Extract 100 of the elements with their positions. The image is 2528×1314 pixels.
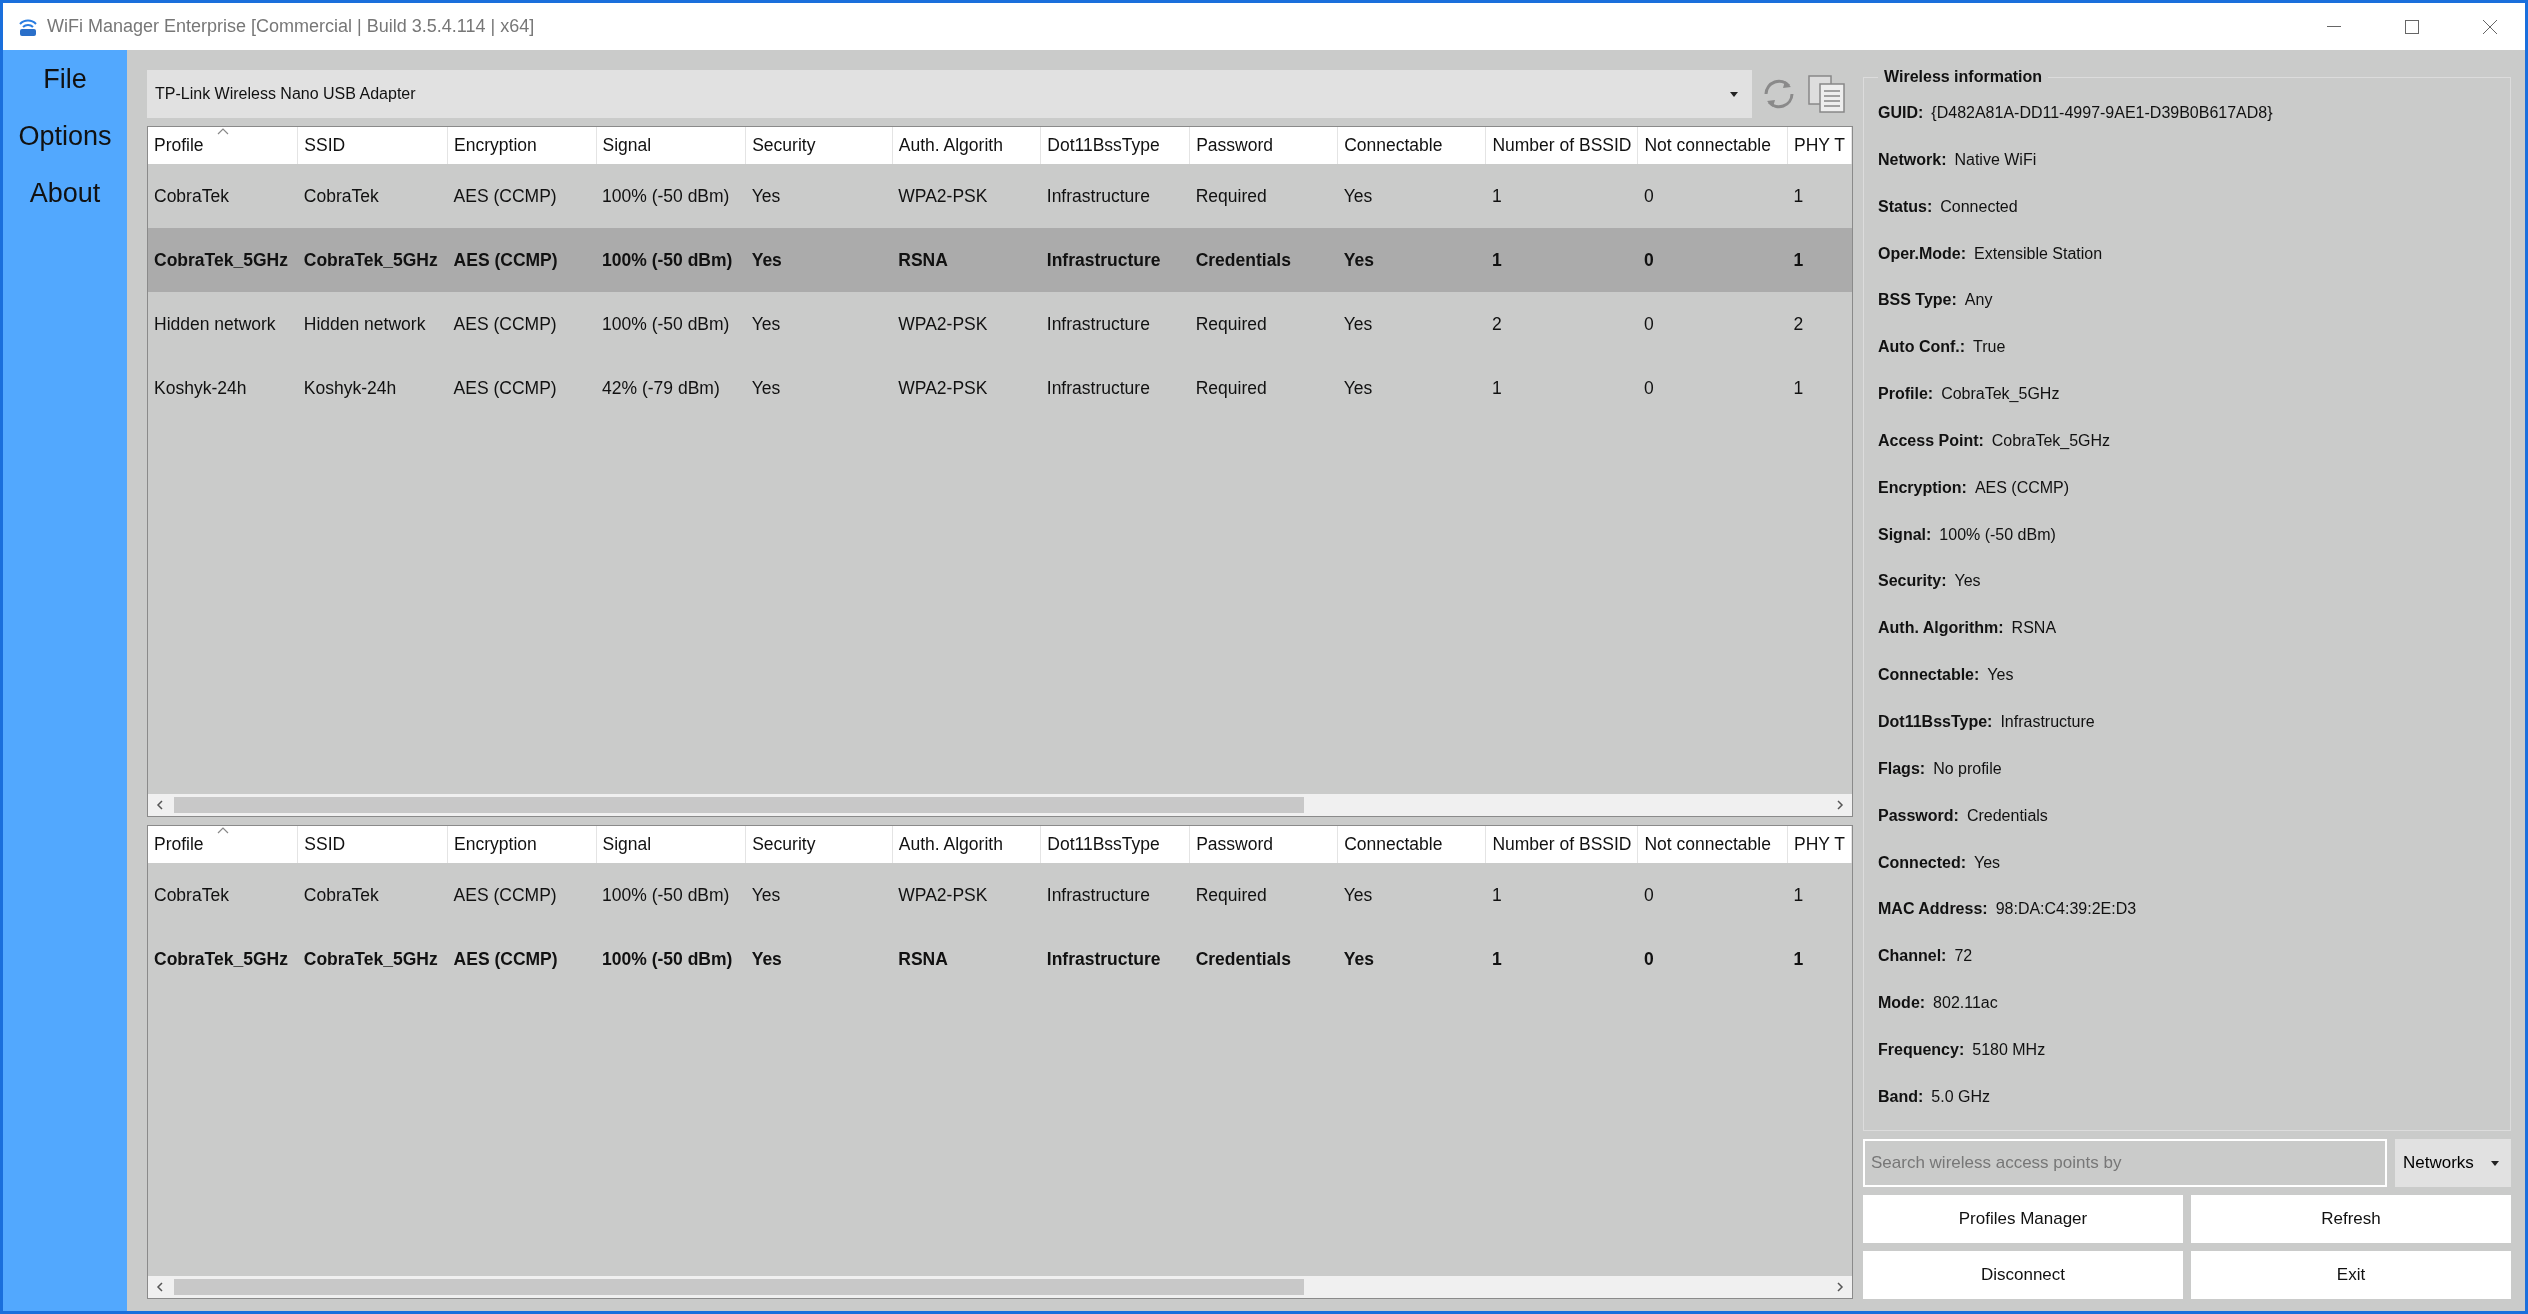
table-cell: Infrastructure [1040, 228, 1190, 292]
action-button[interactable]: Disconnect [1863, 1251, 2183, 1299]
column-header[interactable]: Dot11BssType [1040, 826, 1190, 864]
menu-item[interactable]: About [23, 172, 107, 215]
table-cell: 1 [1787, 228, 1852, 292]
column-header[interactable]: PHY T [1787, 826, 1852, 864]
column-header[interactable]: Not connectable [1638, 127, 1788, 164]
column-header[interactable]: Signal [596, 127, 746, 164]
column-header[interactable]: Security [745, 826, 893, 864]
info-label: MAC Address: [1878, 900, 1988, 919]
column-header[interactable]: Dot11BssType [1040, 127, 1190, 164]
column-header[interactable]: Password [1189, 826, 1338, 864]
scroll-right-icon[interactable] [1834, 799, 1846, 812]
info-value: Yes [1974, 853, 2001, 872]
column-header[interactable]: Connectable [1337, 127, 1486, 164]
column-header[interactable]: Profile [148, 127, 298, 164]
info-label: Connectable: [1878, 666, 1980, 685]
menu-item[interactable]: File [37, 58, 93, 101]
column-header[interactable]: Not connectable [1638, 826, 1788, 864]
table-row[interactable]: CobraTek CobraTek AES (CCMP) 100% (-50 dBm) Yes WPA2-PSK Infrastructure Required Yes 1 0 1 [148, 863, 1852, 928]
table-cell: CobraTek [148, 863, 298, 928]
adapter-dropdown[interactable]: TP-Link Wireless Nano USB Adapter [147, 70, 1752, 118]
info-value: CobraTek_5GHz [1991, 431, 2111, 450]
table-cell: CobraTek [297, 164, 448, 228]
action-button[interactable]: Exit [2191, 1251, 2511, 1299]
table-cell: 2 [1485, 292, 1638, 356]
table-cell-text: Yes [750, 947, 783, 971]
column-header[interactable]: Encryption [447, 127, 597, 164]
search-field[interactable]: Search wireless access points by [1863, 1139, 2387, 1187]
table-cell: 1 [1485, 228, 1638, 292]
group-title: Wireless information [1883, 68, 2044, 86]
column-header[interactable]: Connectable [1337, 826, 1486, 864]
column-header[interactable]: Signal [596, 826, 746, 864]
column-header[interactable]: Auth. Algorith [892, 826, 1041, 864]
table-row[interactable]: CobraTek_5GHz CobraTek_5GHz AES (CCMP) 100% (-50 dBm) Yes RSNA Infrastructure Credentials Yes 1 0 1 [148, 927, 1852, 992]
table-cell: Infrastructure [1040, 164, 1190, 228]
info-value: 72 [1954, 947, 1973, 966]
column-header[interactable]: Encryption [447, 826, 597, 864]
column-header[interactable]: Number of BSSID [1485, 826, 1638, 864]
column-header[interactable]: Security [745, 127, 893, 164]
table-cell-text: 0 [1643, 376, 1655, 400]
table-cell: AES (CCMP) [447, 164, 597, 228]
table-row[interactable]: Hidden network Hidden network AES (CCMP) 100% (-50 dBm) Yes WPA2-PSK Infrastructure Required Yes 2 0 2 [148, 292, 1852, 356]
table-cell: Hidden network [297, 292, 448, 356]
info-value: No profile [1933, 759, 2002, 778]
table-cell: Infrastructure [1040, 863, 1190, 928]
info-label: Flags: [1878, 759, 1926, 778]
table-cell-text: CobraTek_5GHz [153, 947, 289, 971]
scroll-left-icon[interactable] [154, 799, 166, 812]
table-cell-text: Required [1194, 376, 1268, 400]
column-header[interactable]: SSID [297, 826, 448, 864]
horizontal-scrollbar[interactable] [148, 794, 1852, 817]
menu-item[interactable]: Options [12, 115, 118, 158]
copy-icon[interactable] [1806, 73, 1848, 115]
table-cell: AES (CCMP) [447, 863, 597, 928]
column-header[interactable]: Auth. Algorith [892, 127, 1041, 164]
info-label: GUID: [1878, 104, 1924, 122]
column-header[interactable]: SSID [297, 127, 448, 164]
horizontal-scrollbar[interactable] [148, 1276, 1852, 1298]
table-cell: 100% (-50 dBm) [596, 164, 746, 228]
table-cell: AES (CCMP) [447, 228, 597, 292]
column-header[interactable]: Profile [148, 826, 298, 864]
action-button[interactable]: Refresh [2191, 1195, 2511, 1243]
info-label: Password: [1878, 806, 1959, 825]
table-cell-text: WPA2-PSK [897, 376, 989, 400]
table-cell-text: Yes [1342, 376, 1374, 400]
info-label: Oper.Mode: [1878, 244, 1966, 263]
info-value: CobraTek_5GHz [1941, 385, 2060, 404]
window-title: WiFi Manager Enterprise [Commercial | Build 3.5.4.114 | x64] [47, 16, 536, 37]
table-cell-text: AES (CCMP) [452, 947, 559, 971]
maximize-icon [2405, 19, 2419, 34]
table-cell-text: Koshyk-24h [153, 376, 248, 400]
info-label: Connected: [1878, 853, 1966, 872]
column-header[interactable]: PHY T [1787, 127, 1852, 164]
table-cell: CobraTek_5GHz [297, 228, 448, 292]
table-cell: 0 [1638, 863, 1788, 928]
info-label: Dot11BssType: [1878, 712, 1993, 731]
table-row[interactable]: Koshyk-24h Koshyk-24h AES (CCMP) 42% (-79 dBm) Yes WPA2-PSK Infrastructure Required Yes 1 0 1 [148, 356, 1852, 420]
info-value: 802.11ac [1933, 994, 1998, 1013]
filter-dropdown[interactable]: Networks [2395, 1139, 2511, 1187]
info-value: 5.0 GHz [1931, 1087, 1990, 1106]
column-header[interactable]: Number of BSSID [1485, 127, 1638, 164]
scroll-right-icon[interactable] [1834, 1281, 1846, 1293]
scroll-left-icon[interactable] [154, 1281, 166, 1293]
table-cell: RSNA [892, 228, 1041, 292]
table-cell-text: CobraTek_5GHz [302, 947, 439, 971]
info-value: Credentials [1966, 806, 2048, 825]
table-cell-text: 1 [1792, 947, 1805, 971]
scrollbar-thumb[interactable] [174, 1279, 1304, 1295]
table-row[interactable]: CobraTek CobraTek AES (CCMP) 100% (-50 dBm) Yes WPA2-PSK Infrastructure Required Yes 1 0 1 [148, 164, 1852, 228]
info-label: Mode: [1878, 994, 1926, 1013]
table-cell: 100% (-50 dBm) [596, 863, 746, 928]
action-button[interactable]: Profiles Manager [1863, 1195, 2183, 1243]
info-value: Yes [1987, 666, 2014, 685]
minimize-icon [2327, 25, 2341, 28]
table-cell-text: 1 [1792, 376, 1805, 400]
scrollbar-thumb[interactable] [174, 797, 1304, 814]
column-header[interactable]: Password [1189, 127, 1338, 164]
info-value: True [1973, 338, 2006, 357]
info-label: Signal: [1878, 525, 1932, 544]
